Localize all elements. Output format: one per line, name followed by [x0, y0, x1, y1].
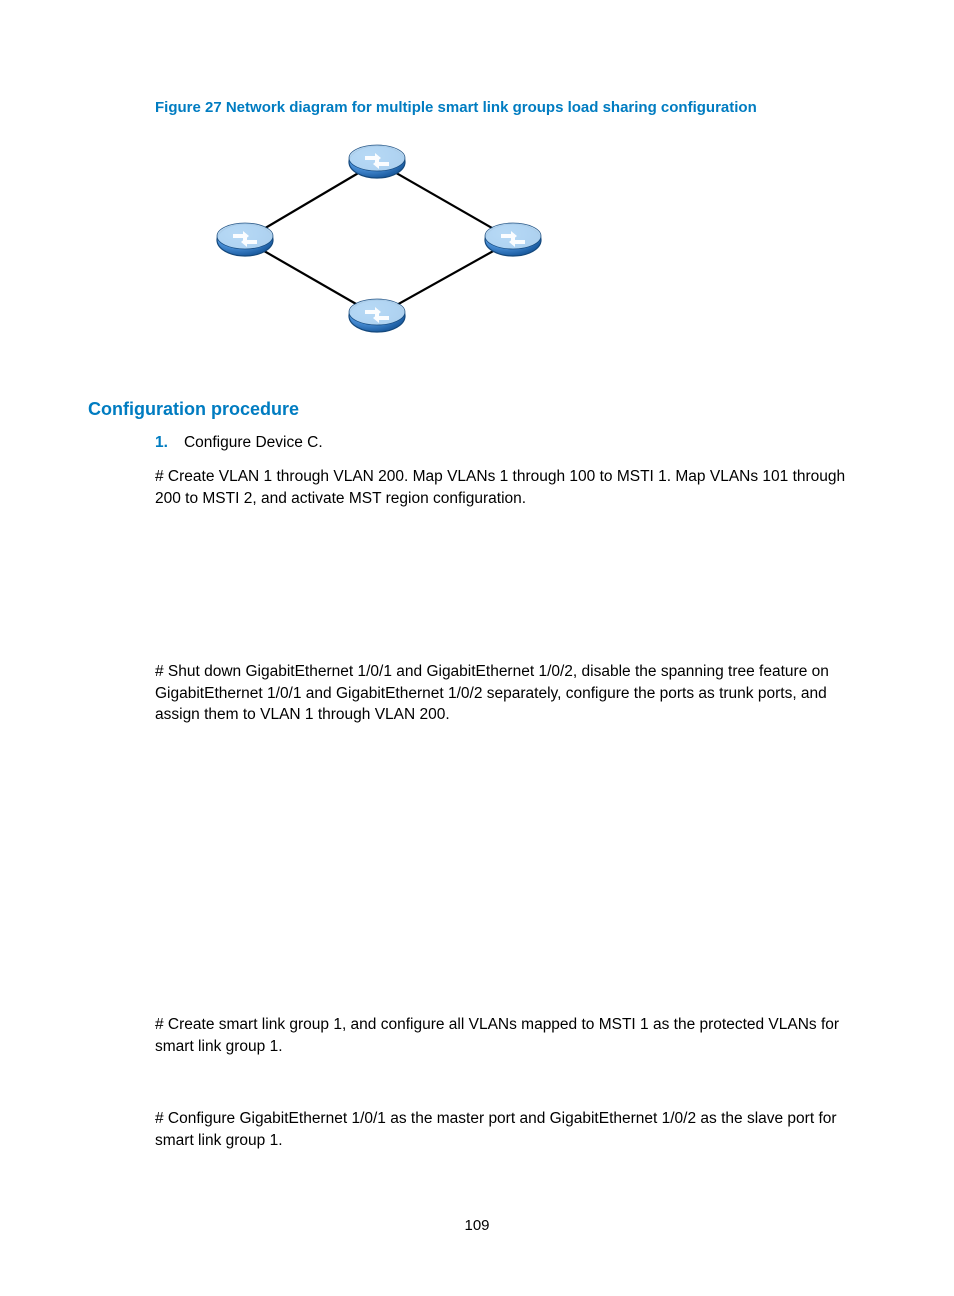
device-right-icon	[485, 223, 541, 256]
device-bottom-icon	[349, 299, 405, 332]
device-top-icon	[349, 145, 405, 178]
figure-caption: Figure 27 Network diagram for multiple s…	[155, 99, 866, 116]
step-text: Configure Device C.	[184, 434, 323, 451]
step-number: 1.	[155, 434, 168, 451]
step-line: 1. Configure Device C.	[155, 434, 866, 452]
paragraph-create-smartlink1: # Create smart link group 1, and configu…	[155, 1014, 866, 1057]
device-left-icon	[217, 223, 273, 256]
paragraph-create-vlan: # Create VLAN 1 through VLAN 200. Map VL…	[155, 466, 866, 509]
paragraph-shutdown-ports: # Shut down GigabitEthernet 1/0/1 and Gi…	[155, 661, 866, 726]
paragraph-configure-master-slave: # Configure GigabitEthernet 1/0/1 as the…	[155, 1108, 866, 1151]
page-number: 109	[0, 1217, 954, 1234]
network-diagram	[155, 128, 555, 358]
section-heading: Configuration procedure	[88, 399, 299, 420]
page: Figure 27 Network diagram for multiple s…	[0, 0, 954, 1296]
